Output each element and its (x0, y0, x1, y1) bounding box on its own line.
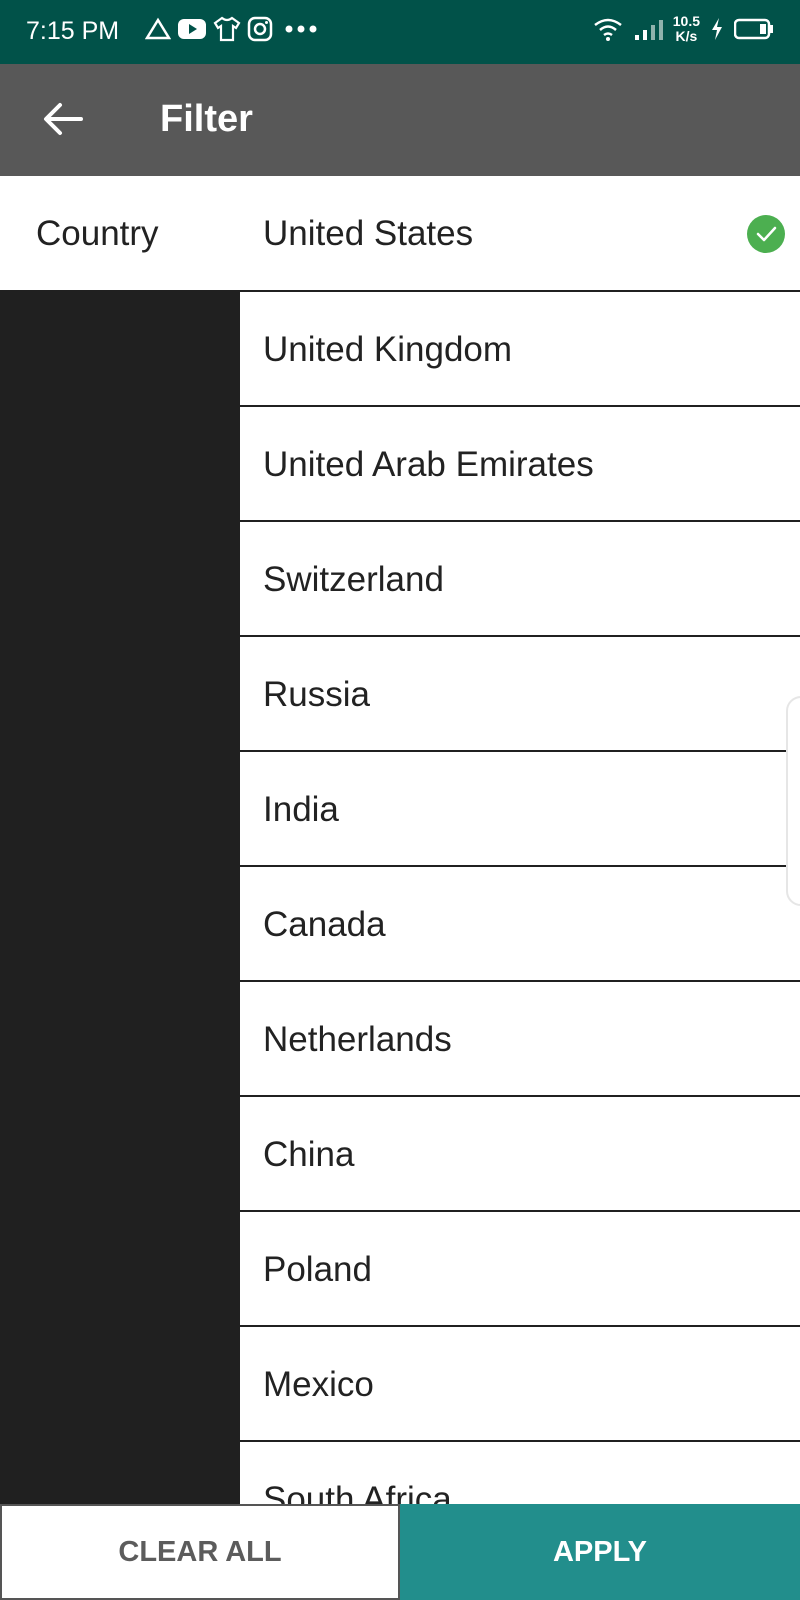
selected-country: United States (263, 214, 474, 253)
list-item[interactable]: China (240, 1097, 800, 1212)
signal-icon (634, 20, 663, 40)
list-item[interactable]: Canada (240, 867, 800, 982)
battery-icon (734, 18, 773, 40)
check-icon (747, 215, 785, 253)
list-item[interactable]: United Arab Emirates (240, 407, 800, 522)
shirt-icon (213, 16, 241, 42)
instagram-icon (247, 16, 273, 42)
country-dropdown-list[interactable]: United Kingdom United Arab Emirates Swit… (240, 290, 800, 1504)
wifi-icon (593, 18, 622, 41)
dimmed-overlay[interactable] (0, 290, 240, 1504)
apply-button[interactable]: APPLY (400, 1504, 800, 1600)
list-item[interactable]: South Africa (240, 1442, 800, 1504)
list-item[interactable]: Netherlands (240, 982, 800, 1097)
list-item[interactable]: Poland (240, 1212, 800, 1327)
page-title: Filter (160, 98, 253, 140)
charging-icon (712, 18, 722, 40)
status-time: 7:15 PM (26, 17, 120, 45)
status-bar: 7:15 PM 10.5 K/s (0, 0, 800, 64)
youtube-icon (178, 19, 206, 39)
list-item[interactable]: Switzerland (240, 522, 800, 637)
app-bar: Filter (0, 64, 800, 176)
list-item[interactable]: Mexico (240, 1327, 800, 1442)
more-dots-icon (285, 25, 317, 33)
country-filter-row[interactable]: Country United States (0, 176, 800, 290)
list-item[interactable]: Russia (240, 637, 800, 752)
filter-label: Country (36, 214, 159, 253)
list-item[interactable]: India (240, 752, 800, 867)
bottom-actions: CLEAR ALL APPLY (0, 1504, 800, 1600)
back-button[interactable] (38, 94, 88, 144)
clear-all-button[interactable]: CLEAR ALL (0, 1504, 400, 1600)
triangle-icon (145, 17, 171, 40)
network-speed: 10.5 K/s (672, 13, 700, 44)
scrollbar-thumb[interactable] (786, 696, 800, 906)
arrow-back-icon (44, 103, 83, 135)
list-item[interactable]: United Kingdom (240, 292, 800, 407)
